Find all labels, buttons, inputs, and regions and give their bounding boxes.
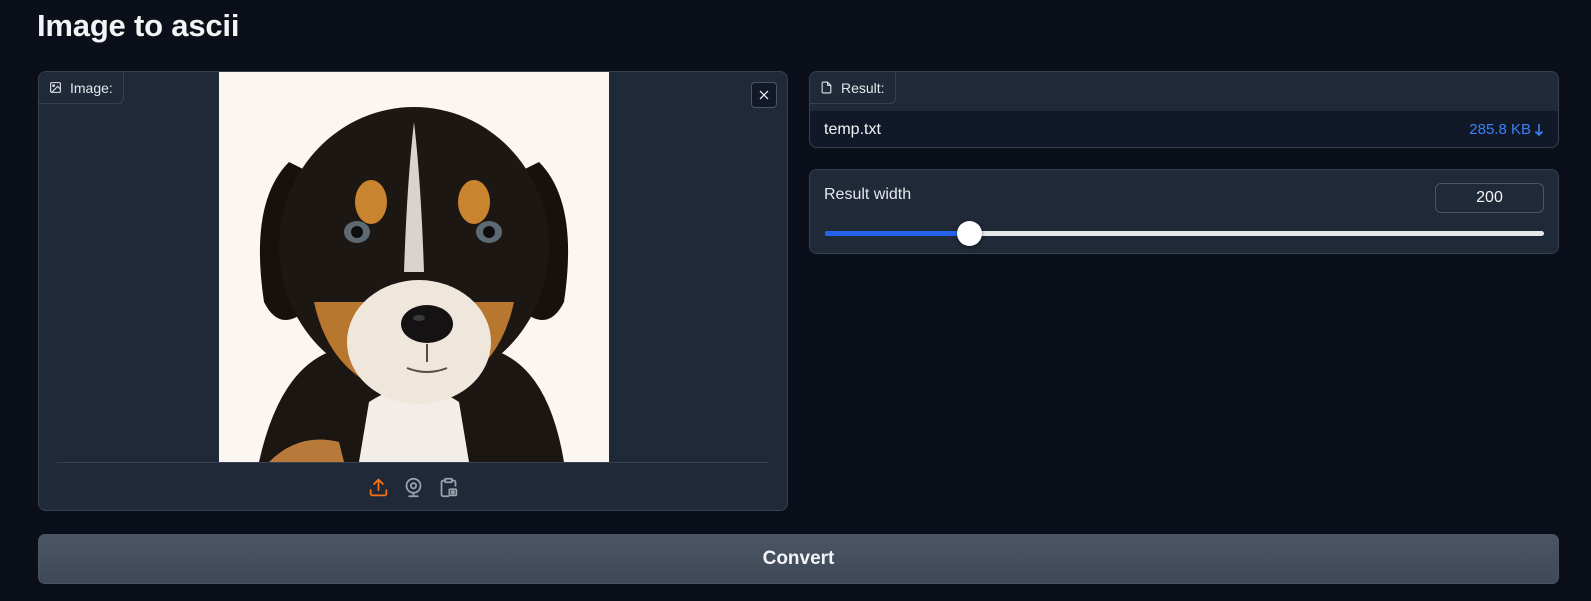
clear-image-button[interactable] bbox=[751, 82, 777, 108]
close-icon bbox=[759, 90, 769, 100]
uploaded-image bbox=[219, 72, 609, 462]
convert-button[interactable]: Convert bbox=[38, 534, 1559, 584]
app-root: Image to ascii Image: Result: temp.txt 2… bbox=[0, 0, 1591, 601]
source-selection-bar bbox=[39, 472, 787, 502]
result-file-panel: Result: temp.txt 285.8 KB bbox=[809, 71, 1559, 148]
webcam-source-button[interactable] bbox=[401, 475, 425, 499]
result-file-size: 285.8 KB bbox=[1469, 121, 1531, 138]
slider-thumb[interactable] bbox=[957, 221, 982, 246]
file-icon bbox=[821, 81, 832, 94]
result-file-name: temp.txt bbox=[824, 120, 881, 138]
upload-source-button[interactable] bbox=[366, 475, 390, 499]
result-block-label: Result: bbox=[810, 72, 896, 104]
slider-fill bbox=[825, 231, 969, 236]
download-link[interactable]: 285.8 KB bbox=[1469, 121, 1544, 138]
result-width-label: Result width bbox=[824, 186, 912, 203]
image-icon bbox=[50, 82, 61, 93]
puppy-image bbox=[219, 72, 609, 462]
page-title: Image to ascii bbox=[37, 8, 240, 43]
webcam-icon bbox=[405, 477, 421, 497]
image-input-panel: Image: bbox=[38, 71, 788, 511]
source-divider bbox=[57, 462, 769, 463]
image-label-text: Image: bbox=[70, 79, 113, 96]
result-file-row: temp.txt 285.8 KB bbox=[810, 111, 1558, 147]
result-width-input[interactable] bbox=[1435, 183, 1544, 213]
result-width-slider[interactable] bbox=[825, 221, 1544, 246]
result-width-panel: Result width bbox=[809, 169, 1559, 254]
clipboard-source-button[interactable] bbox=[436, 475, 460, 499]
clipboard-icon bbox=[440, 477, 457, 497]
result-label-text: Result: bbox=[841, 79, 885, 96]
upload-icon bbox=[369, 478, 387, 496]
download-arrow-icon bbox=[1534, 123, 1544, 136]
image-block-label: Image: bbox=[39, 72, 124, 104]
